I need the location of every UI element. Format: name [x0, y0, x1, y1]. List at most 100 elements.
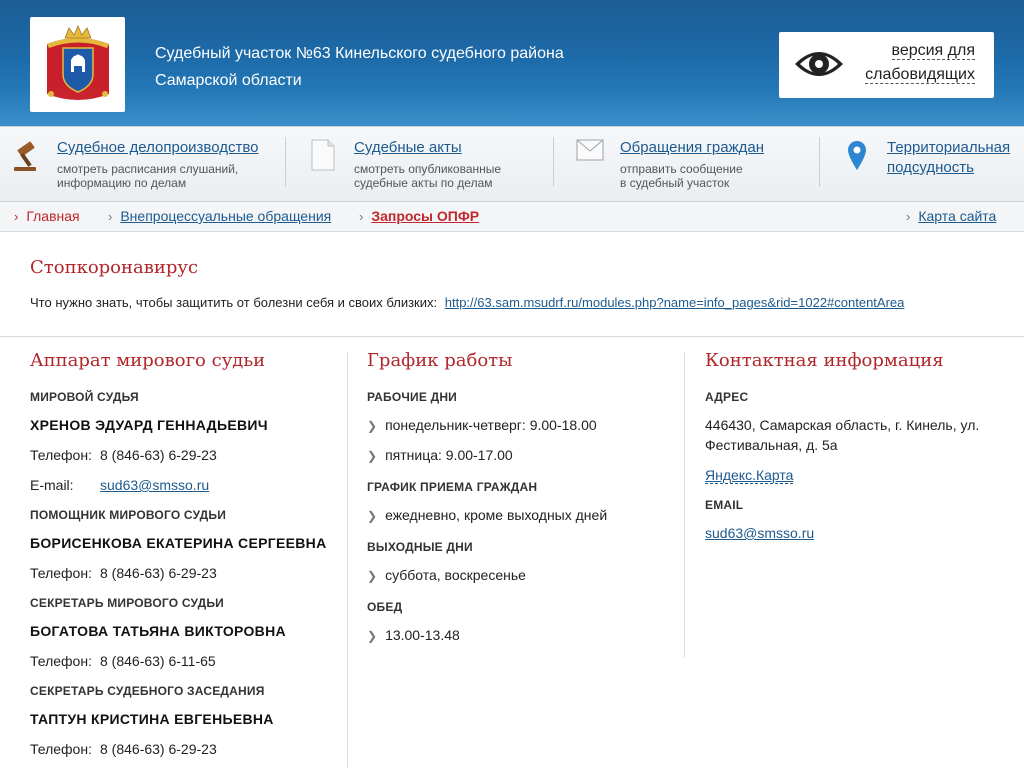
list-item: ❯ 13.00-13.48 [367, 627, 460, 643]
list-item: ❯ пятница: 9.00-17.00 [367, 447, 513, 463]
breadcrumb-current-label[interactable]: Запросы ОПФР [371, 208, 479, 224]
chevron-right-icon: › [14, 209, 19, 224]
breadcrumb-sitemap[interactable]: › Карта сайта [906, 208, 996, 224]
email-label: EMAIL [705, 498, 744, 512]
assistant-name: БОРИСЕНКОВА ЕКАТЕРИНА СЕРГЕЕВНА [30, 535, 327, 551]
judge-label: МИРОВОЙ СУДЬЯ [30, 390, 139, 404]
secretary-name: БОГАТОВА ТАТЬЯНА ВИКТОРОВНА [30, 623, 286, 639]
weekend-label: ВЫХОДНЫЕ ДНИ [367, 540, 473, 554]
list-item: ❯ суббота, воскресенье [367, 567, 526, 583]
coat-of-arms-icon [46, 24, 109, 100]
map-pin-icon [848, 141, 866, 170]
breadcrumb-home-link[interactable]: Главная [26, 208, 79, 224]
judge-email-row: E-mail: sud63@smsso.ru [30, 477, 209, 493]
contacts-title: Контактная информация [705, 350, 944, 371]
nav-title[interactable]: Судебные акты [354, 139, 462, 157]
breadcrumb-home[interactable]: › Главная [14, 208, 80, 224]
chevron-right-icon: ❯ [367, 449, 378, 463]
clerk-phone: 8 (846-63) 6-29-23 [100, 741, 217, 757]
nav-title[interactable]: Судебное делопроизводство [57, 139, 259, 157]
nav-desc-line2: в судебный участок [620, 176, 730, 190]
chevron-right-icon: › [108, 209, 113, 224]
address-label: АДРЕС [705, 390, 749, 404]
document-icon [311, 139, 335, 171]
site-header: Судебный участок №63 Кинельского судебно… [0, 0, 1024, 126]
column-divider [347, 352, 348, 768]
secretary-phone: 8 (846-63) 6-11-65 [100, 653, 216, 669]
breadcrumb: › Главная › Внепроцессуальные обращения › З… [0, 202, 1024, 232]
email-row: sud63@smsso.ru [705, 525, 814, 541]
yandex-map-link[interactable]: Яндекс.Карта [705, 467, 794, 484]
court-title: Судебный участок №63 Кинельского судебно… [155, 40, 564, 94]
clerk-label: СЕКРЕТАРЬ СУДЕБНОГО ЗАСЕДАНИЯ [30, 684, 265, 698]
court-title-line2: Самарской области [155, 72, 302, 89]
contacts-column: Контактная информация АДРЕС 446430, Сама… [705, 350, 979, 541]
address-line1: 446430, Самарская область, г. Кинель, ул… [705, 417, 980, 433]
nav-desc-line1: смотреть опубликованные [354, 162, 502, 176]
nav-desc-line1: отправить сообщение [620, 162, 743, 176]
judge-name: ХРЕНОВ ЭДУАРД ГЕННАДЬЕВИЧ [30, 417, 268, 433]
gavel-icon [14, 141, 36, 171]
nav-item-case-management[interactable]: Судебное делопроизводство смотреть распи… [0, 127, 285, 203]
contact-email-link[interactable]: sud63@smsso.ru [705, 525, 814, 541]
nav-desc-line1: смотреть расписания слушаний, [57, 162, 239, 176]
column-divider [684, 352, 685, 657]
chevron-right-icon: › [906, 209, 911, 224]
staff-title: Аппарат мирового судьи [30, 350, 266, 371]
nav-item-citizen-appeals[interactable]: Обращения граждан отправить сообщение в … [554, 127, 819, 203]
notice-text: Что нужно знать, чтобы защитить от болез… [30, 295, 904, 310]
breadcrumb-level2-link[interactable]: Внепроцессуальные обращения [120, 208, 331, 224]
assistant-label: ПОМОЩНИК МИРОВОГО СУДЬИ [30, 508, 227, 522]
lunch-label: ОБЕД [367, 600, 403, 614]
notice-text-body: Что нужно знать, чтобы защитить от болез… [30, 295, 438, 310]
clerk-phone-row: Телефон: 8 (846-63) 6-29-23 [30, 741, 217, 757]
low-vision-label: версия для слабовидящих [865, 42, 975, 84]
coat-of-arms-logo[interactable] [30, 17, 125, 112]
reception-label: ГРАФИК ПРИЕМА ГРАЖДАН [367, 480, 538, 494]
low-vision-button[interactable]: версия для слабовидящих [779, 32, 994, 98]
notice-link[interactable]: http://63.sam.msudrf.ru/modules.php?name… [445, 295, 905, 310]
phone-label: Телефон: [30, 653, 92, 669]
schedule-title: График работы [367, 350, 513, 371]
assistant-phone: 8 (846-63) 6-29-23 [100, 565, 217, 581]
chevron-right-icon: ❯ [367, 629, 378, 643]
chevron-right-icon: ❯ [367, 569, 378, 583]
chevron-right-icon: ❯ [367, 419, 378, 433]
divider [0, 336, 1024, 337]
list-item: ❯ ежедневно, кроме выходных дней [367, 507, 608, 523]
address-line2: Фестивальная, д. 5а [705, 437, 838, 453]
phone-label: Телефон: [30, 447, 92, 463]
envelope-icon [576, 139, 604, 161]
map-link-row: Яндекс.Карта [705, 467, 794, 484]
chevron-right-icon: › [359, 209, 364, 224]
nav-title[interactable]: Обращения граждан [620, 139, 764, 157]
nav-item-jurisdiction[interactable]: Территориальная подсудность [820, 127, 1024, 203]
breadcrumb-level2[interactable]: › Внепроцессуальные обращения [108, 208, 331, 224]
court-title-line1: Судебный участок №63 Кинельского судебно… [155, 45, 564, 62]
breadcrumb-current[interactable]: › Запросы ОПФР [359, 208, 479, 224]
nav-title-line1[interactable]: Территориальная [887, 139, 1010, 157]
phone-label: Телефон: [30, 741, 92, 757]
judge-phone-row: Телефон: 8 (846-63) 6-29-23 [30, 447, 217, 463]
workdays-label: РАБОЧИЕ ДНИ [367, 390, 458, 404]
phone-label: Телефон: [30, 565, 92, 581]
clerk-name: ТАПТУН КРИСТИНА ЕВГЕНЬЕВНА [30, 711, 274, 727]
nav-desc-line2: информацию по делам [57, 176, 187, 190]
secretary-phone-row: Телефон: 8 (846-63) 6-11-65 [30, 653, 216, 669]
nav-title-line2[interactable]: подсудность [887, 159, 974, 177]
schedule-column: График работы РАБОЧИЕ ДНИ ❯ понедельник-ч… [367, 350, 607, 643]
eye-icon [795, 52, 843, 76]
nav-desc-line2: судебные акты по делам [354, 176, 493, 190]
staff-column: Аппарат мирового судьи МИРОВОЙ СУДЬЯ ХРЕ… [30, 350, 326, 757]
chevron-right-icon: ❯ [367, 509, 378, 523]
assistant-phone-row: Телефон: 8 (846-63) 6-29-23 [30, 565, 217, 581]
secretary-label: СЕКРЕТАРЬ МИРОВОГО СУДЬИ [30, 596, 224, 610]
main-navigation: Судебное делопроизводство смотреть распи… [0, 126, 1024, 202]
list-item: ❯ понедельник-четверг: 9.00-18.00 [367, 417, 597, 433]
nav-item-court-acts[interactable]: Судебные акты смотреть опубликованные су… [286, 127, 553, 203]
judge-phone: 8 (846-63) 6-29-23 [100, 447, 217, 463]
notice-title: Стопкоронавирус [30, 257, 199, 278]
email-label: E-mail: [30, 477, 74, 493]
judge-email-link[interactable]: sud63@smsso.ru [100, 477, 209, 493]
sitemap-link[interactable]: Карта сайта [918, 208, 996, 224]
